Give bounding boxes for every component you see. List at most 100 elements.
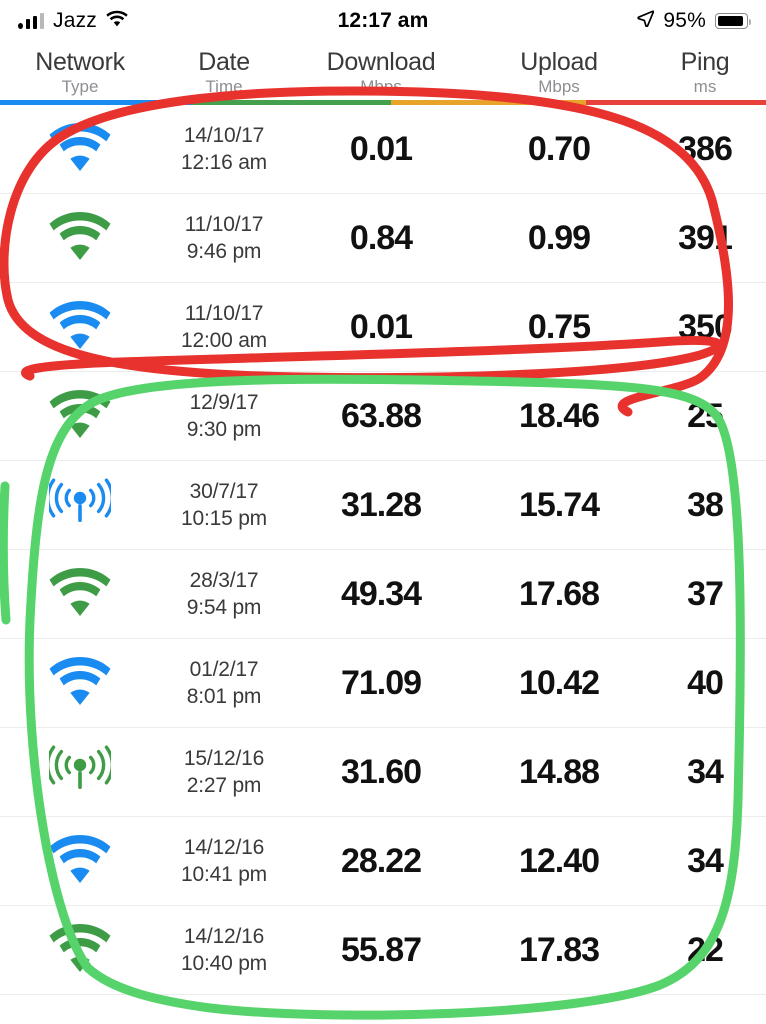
cell-download: 63.88 [288,397,474,436]
cell-network-type [0,388,160,444]
table-header: Network Type Date Time Download Mbps Upl… [0,42,766,100]
row-ping-value: 37 [687,574,724,613]
cellular-icon [46,744,114,800]
wifi-icon [49,922,111,978]
row-time: 8:01 pm [186,685,262,708]
wifi-icon [49,655,111,711]
row-ping-value: 386 [678,129,733,168]
row-upload-value: 14.88 [518,752,600,791]
row-upload-value: 17.83 [518,930,600,969]
clock-label: 12:17 am [337,9,429,32]
cell-upload: 10.42 [474,664,644,703]
cell-upload: 17.68 [474,575,644,614]
row-date: 11/10/17 [184,213,264,236]
column-header-network-title: Network [35,48,125,76]
wifi-icon [49,833,111,889]
cell-download: 28.22 [288,842,474,881]
cell-download: 71.09 [288,664,474,703]
row-time: 9:54 pm [186,596,262,619]
column-header-date-title: Date [198,48,250,76]
column-header-upload-title: Upload [520,48,598,76]
table-row[interactable]: 12/9/17 9:30 pm 63.88 18.46 25 [0,372,766,461]
row-date: 28/3/17 [189,569,259,592]
row-time: 9:46 pm [186,240,262,263]
table-row[interactable]: 15/12/16 2:27 pm 31.60 14.88 34 [0,728,766,817]
row-time: 10:15 pm [181,507,267,530]
column-header-ping-title: Ping [680,48,730,76]
table-row[interactable]: 14/10/17 12:16 am 0.01 0.70 386 [0,105,766,194]
cell-date-time: 30/7/17 10:15 pm [160,478,288,532]
row-time: 10:40 pm [181,952,267,975]
cell-network-type [0,833,160,889]
row-date: 14/10/17 [183,124,265,147]
table-row[interactable]: 14/12/16 10:40 pm 55.87 17.83 22 [0,906,766,995]
color-divider-bar [0,100,766,105]
wifi-icon [106,10,128,32]
cell-ping: 40 [644,664,766,703]
row-download-value: 71.09 [340,663,422,702]
cell-date-time: 11/10/17 9:46 pm [160,211,288,265]
cell-date-time: 14/10/17 12:16 am [160,122,288,176]
carrier-label: Jazz [53,9,97,32]
cell-upload: 14.88 [474,753,644,792]
cell-ping: 34 [644,842,766,881]
row-time: 12:00 am [181,329,267,352]
row-ping-value: 34 [687,752,724,791]
table-row[interactable]: 30/7/17 10:15 pm 31.28 15.74 38 [0,461,766,550]
row-ping-value: 34 [687,841,724,880]
table-row[interactable]: 14/12/16 10:41 pm 28.22 12.40 34 [0,817,766,906]
row-time: 12:16 am [181,151,267,174]
cell-ping: 34 [644,753,766,792]
column-header-upload[interactable]: Upload Mbps [474,48,644,97]
row-time: 9:30 pm [186,418,262,441]
column-header-network[interactable]: Network Type [0,48,160,97]
row-date: 12/9/17 [189,391,259,414]
cell-download: 31.60 [288,753,474,792]
cell-upload: 0.99 [474,219,644,258]
cell-ping: 38 [644,486,766,525]
row-time: 10:41 pm [181,863,267,886]
row-ping-value: 25 [687,396,724,435]
cell-ping: 386 [644,130,766,169]
cell-download: 31.28 [288,486,474,525]
column-header-download[interactable]: Download Mbps [288,48,474,97]
row-download-value: 0.84 [349,218,413,257]
cell-network-type [0,744,160,800]
row-ping-value: 38 [687,485,724,524]
table-row[interactable]: 11/10/17 12:00 am 0.01 0.75 350 [0,283,766,372]
row-date: 15/12/16 [183,747,265,770]
cell-date-time: 14/12/16 10:41 pm [160,834,288,888]
status-bar-right: 95% [637,9,752,33]
cell-ping: 350 [644,308,766,347]
column-header-download-title: Download [326,48,436,76]
table-row[interactable]: 11/10/17 9:46 pm 0.84 0.99 391 [0,194,766,283]
row-ping-value: 22 [687,930,724,969]
column-header-date[interactable]: Date Time [160,48,288,97]
cell-upload: 0.70 [474,130,644,169]
row-download-value: 55.87 [340,930,422,969]
cell-network-type [0,477,160,533]
row-download-value: 63.88 [340,396,422,435]
row-ping-value: 40 [687,663,724,702]
row-upload-value: 15.74 [518,485,600,524]
cell-upload: 18.46 [474,397,644,436]
cell-date-time: 14/12/16 10:40 pm [160,923,288,977]
wifi-icon [49,388,111,444]
column-header-ping-unit: ms [693,77,717,96]
cell-upload: 17.83 [474,931,644,970]
color-divider-segment-0 [0,100,192,105]
location-arrow-icon [637,10,655,32]
cellular-signal-bars-icon [18,13,44,29]
cell-download: 0.01 [288,308,474,347]
cell-ping: 37 [644,575,766,614]
row-upload-value: 0.70 [527,129,591,168]
color-divider-segment-3 [585,100,766,105]
table-row[interactable]: 01/2/17 8:01 pm 71.09 10.42 40 [0,639,766,728]
color-divider-segment-2 [390,100,586,105]
column-header-ping[interactable]: Ping ms [644,48,766,97]
battery-icon [715,13,752,29]
row-upload-value: 0.75 [527,307,591,346]
row-date: 14/12/16 [183,925,265,948]
column-header-download-unit: Mbps [360,77,402,96]
table-row[interactable]: 28/3/17 9:54 pm 49.34 17.68 37 [0,550,766,639]
